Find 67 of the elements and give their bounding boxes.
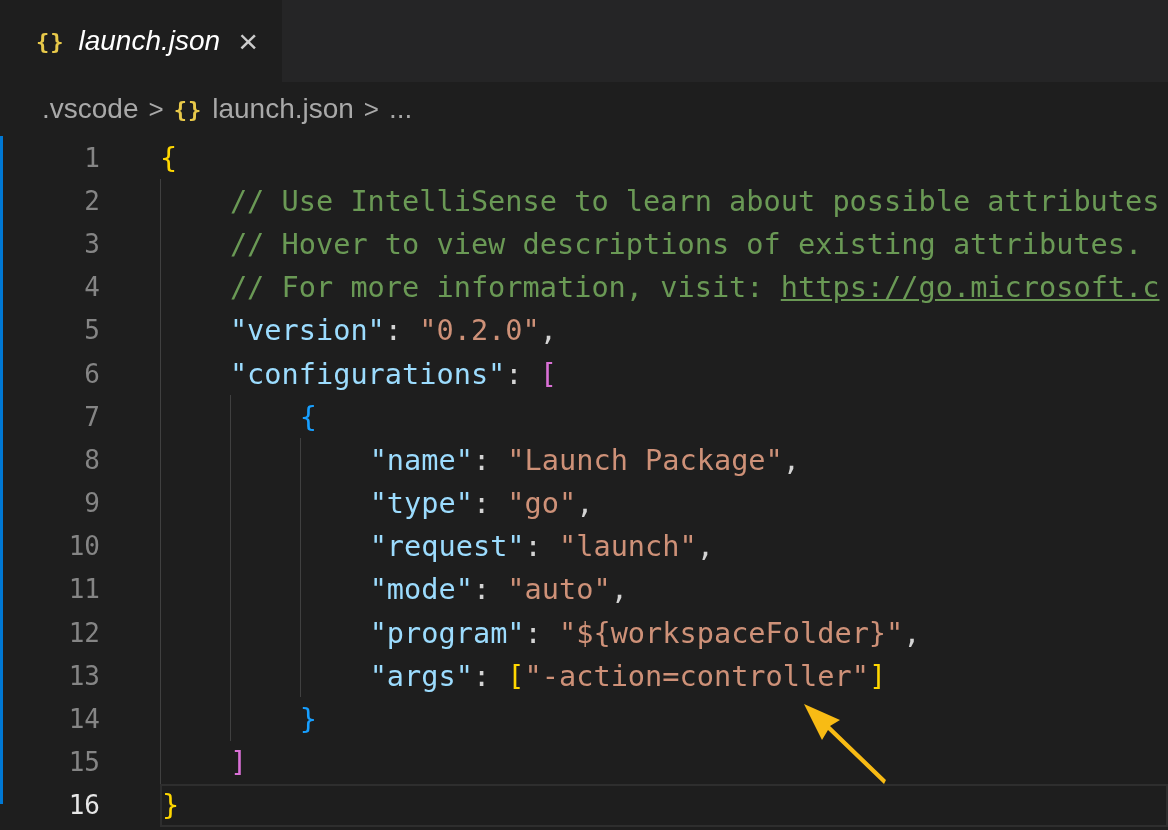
code-token: : <box>472 486 492 521</box>
code-token: : <box>472 442 492 477</box>
code-token: "name" <box>369 442 473 477</box>
link[interactable]: https://go.microsoft.c <box>780 270 1160 305</box>
breadcrumb-item[interactable]: launch.json <box>212 93 354 125</box>
code-token: "-action=controller" <box>524 658 869 693</box>
line-number: 11 <box>67 574 101 605</box>
code-token: [ <box>507 658 525 693</box>
line-number: 16 <box>67 790 101 821</box>
code-token: // For more information, visit: <box>229 270 765 305</box>
chevron-icon: > <box>363 93 380 125</box>
close-icon[interactable]: × <box>238 21 258 61</box>
code-token: : <box>384 313 404 348</box>
code-token: "go" <box>507 486 577 521</box>
code-token: "request" <box>369 529 525 564</box>
code-token: , <box>903 615 921 650</box>
line-number: 9 <box>83 488 101 519</box>
chevron-icon: > <box>148 93 164 125</box>
line-number: 15 <box>67 747 101 778</box>
code-token: "version" <box>229 313 385 348</box>
tab-label: launch.json <box>78 25 221 57</box>
code-token: "${workspaceFolder}" <box>559 615 904 650</box>
code-token: , <box>782 442 801 477</box>
code-token: , <box>610 572 628 607</box>
line-number: 8 <box>83 444 101 475</box>
code-token: [ <box>539 356 557 391</box>
line-number: 6 <box>83 358 101 389</box>
code-token: // Use IntelliSense to learn about possible attributes <box>229 183 1160 218</box>
code-token: ] <box>868 658 887 693</box>
code-token: "0.2.0" <box>419 313 540 348</box>
code-token: "auto" <box>507 572 611 607</box>
code-token: // Hover to view descriptions of existing attributes. <box>229 226 1143 261</box>
code-token: : <box>472 572 492 607</box>
code-token: { <box>299 399 317 434</box>
code-token: } <box>162 788 180 823</box>
code-token: : <box>524 529 543 564</box>
code-token: , <box>539 313 557 348</box>
line-number: 4 <box>83 272 101 303</box>
editor-tab[interactable]: {} launch.json × <box>0 0 282 82</box>
code-token: : <box>505 356 524 391</box>
code-token: "args" <box>369 658 473 693</box>
breadcrumb-item[interactable]: .vscode <box>42 93 139 125</box>
line-number: 13 <box>67 660 101 691</box>
code-token: "mode" <box>369 572 473 607</box>
code-token: { <box>160 140 178 175</box>
code-token: "type" <box>369 486 473 521</box>
code-token: } <box>299 702 317 737</box>
line-number: 3 <box>83 228 101 259</box>
code-token: "configurations" <box>229 356 506 391</box>
line-number: 12 <box>67 617 101 648</box>
json-file-icon: {} <box>36 28 65 54</box>
line-number: 1 <box>83 142 101 173</box>
code-token: "program" <box>369 615 525 650</box>
code-token: , <box>696 529 714 564</box>
code-token: "launch" <box>559 529 697 564</box>
code-token: "Launch Package" <box>507 442 783 477</box>
line-number: 2 <box>83 185 101 216</box>
line-number: 5 <box>83 315 101 346</box>
line-number: 14 <box>67 704 101 735</box>
breadcrumb-item[interactable]: ... <box>389 93 413 125</box>
json-file-icon: {} <box>173 96 203 122</box>
line-number: 10 <box>67 531 101 562</box>
code-token: : <box>524 615 543 650</box>
line-number: 7 <box>83 401 101 432</box>
code-token: , <box>576 486 594 521</box>
code-token: : <box>472 658 492 693</box>
code-token: ] <box>229 745 248 780</box>
